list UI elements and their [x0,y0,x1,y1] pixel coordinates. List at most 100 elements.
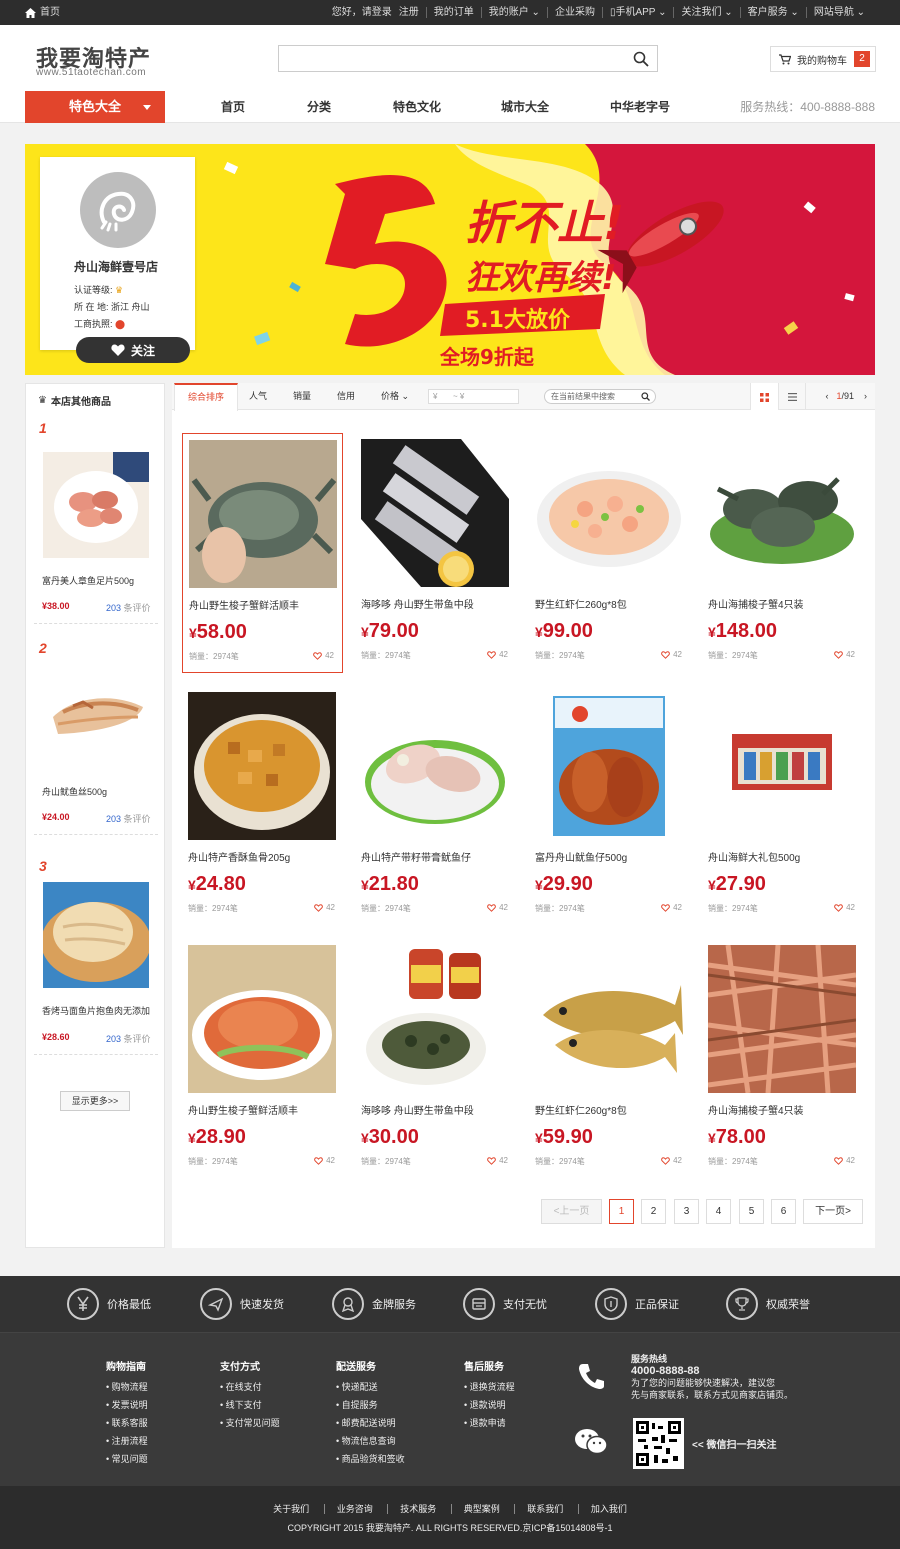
product-card[interactable]: 海哆哆 舟山野生带鱼中段 ¥30.00 销量：2974笔 42 [355,939,516,1179]
footer-link[interactable]: • 邮费配送说明 [336,1414,405,1432]
footer-link[interactable]: • 发票说明 [106,1396,148,1414]
prev-page-arrow[interactable]: ‹ [825,391,828,401]
footer-link[interactable]: • 退款申请 [464,1414,515,1432]
bottom-link-cases[interactable]: 典型案例 [450,1504,512,1514]
footer-link[interactable]: • 商品验货和签收 [336,1450,405,1468]
mobile-app-link[interactable]: ▯手机APP ⌄ [601,7,674,18]
tab-popularity[interactable]: 人气 [249,383,267,410]
product-like[interactable]: 42 [314,903,335,912]
search-icon[interactable] [641,392,650,401]
product-card[interactable]: 舟山海捕梭子蟹4只装 ¥148.00 销量：2974笔 42 [702,433,863,673]
product-like[interactable]: 42 [834,1156,855,1165]
footer-link[interactable]: • 线下支付 [220,1396,280,1414]
login-link[interactable]: 您好，请登录 [325,7,399,18]
footer-link[interactable]: • 支付常见问题 [220,1414,280,1432]
list-view-button[interactable] [778,383,806,410]
product-like[interactable]: 42 [834,903,855,912]
nav-item-home[interactable]: 首页 [221,91,245,123]
prev-page-button[interactable]: <上一页 [541,1199,602,1224]
footer-link[interactable]: • 联系客服 [106,1414,148,1432]
next-page-arrow[interactable]: › [864,391,867,401]
bottom-link-consult[interactable]: 业务咨询 [323,1504,385,1514]
sidebar-product-image[interactable] [43,882,149,988]
shop-name[interactable]: 舟山海鲜壹号店 [74,258,158,275]
page-button-6[interactable]: 6 [771,1199,796,1224]
tab-price[interactable]: 价格 ⌄ [381,383,409,410]
page-button-4[interactable]: 4 [706,1199,731,1224]
product-image[interactable] [188,945,336,1093]
product-name[interactable]: 舟山海鲜大礼包500g [708,849,800,864]
product-image[interactable] [188,692,336,840]
product-card[interactable]: 海哆哆 舟山野生带鱼中段 ¥79.00 销量：2974笔 42 [355,433,516,673]
product-like[interactable]: 42 [661,1156,682,1165]
product-name[interactable]: 野生红虾仁260g*8包 [535,596,627,611]
search-input[interactable] [278,45,658,72]
product-name[interactable]: 舟山海捕梭子蟹4只装 [708,1102,804,1117]
product-image[interactable] [361,439,509,587]
follow-us-link[interactable]: 关注我们 ⌄ [673,7,739,18]
result-search-input[interactable]: 在当前结果中搜索 [544,389,656,404]
product-name[interactable]: 富丹舟山鱿鱼仔500g [535,849,627,864]
product-name[interactable]: 舟山特产香酥鱼骨205g [188,849,290,864]
page-button-5[interactable]: 5 [739,1199,764,1224]
shop-avatar[interactable] [80,172,156,248]
my-account-link[interactable]: 我的账户 ⌄ [480,7,547,18]
cart-button[interactable]: 我的购物车 2 [770,46,876,72]
product-image[interactable] [535,945,683,1093]
product-like[interactable]: 42 [661,650,682,659]
page-button-2[interactable]: 2 [641,1199,666,1224]
product-image[interactable] [361,945,509,1093]
footer-link[interactable]: • 自提服务 [336,1396,405,1414]
product-name[interactable]: 海哆哆 舟山野生带鱼中段 [361,1102,474,1117]
price-range-input[interactable]: ¥ ~ ¥ [428,389,519,404]
product-image[interactable] [708,439,856,587]
bottom-link-contact[interactable]: 联系我们 [514,1504,576,1514]
grid-view-button[interactable] [750,383,778,410]
product-name[interactable]: 舟山野生梭子蟹鲜活顺丰 [189,597,299,612]
product-card[interactable]: 舟山特产带籽带膏鱿鱼仔 ¥21.80 销量：2974笔 42 [355,686,516,926]
product-like[interactable]: 42 [487,650,508,659]
product-name[interactable]: 舟山海捕梭子蟹4只装 [708,596,804,611]
bottom-link-about[interactable]: 关于我们 [261,1504,321,1514]
sidebar-product-name[interactable]: 舟山鱿鱼丝500g [42,785,157,798]
my-orders-link[interactable]: 我的订单 [425,7,481,18]
bottom-link-join[interactable]: 加入我们 [577,1504,639,1514]
enterprise-link[interactable]: 企业采购 [546,7,602,18]
footer-link[interactable]: • 快递配送 [336,1378,405,1396]
footer-link[interactable]: • 退换货流程 [464,1378,515,1396]
footer-link[interactable]: • 在线支付 [220,1378,280,1396]
product-name[interactable]: 舟山特产带籽带膏鱿鱼仔 [361,849,471,864]
product-name[interactable]: 海哆哆 舟山野生带鱼中段 [361,596,474,611]
nav-item-culture[interactable]: 特色文化 [393,91,441,123]
product-like[interactable]: 42 [313,651,334,660]
search-icon[interactable] [633,51,649,67]
product-card[interactable]: 舟山野生梭子蟹鲜活顺丰 ¥58.00 销量：2974笔 42 [182,433,343,673]
site-nav-link[interactable]: 网站导航 ⌄ [805,7,872,18]
sidebar-product-reviews[interactable]: 203 条评价 [106,601,151,614]
product-image[interactable] [708,692,856,840]
tab-default-sort[interactable]: 综合排序 [174,383,239,411]
tab-sales[interactable]: 销量 [293,383,311,410]
product-image[interactable] [189,440,337,588]
bottom-link-tech[interactable]: 技术服务 [387,1504,449,1514]
nav-item-brands[interactable]: 中华老字号 [610,91,670,123]
product-like[interactable]: 42 [834,650,855,659]
sidebar-product-image[interactable] [43,452,149,558]
product-card[interactable]: 富丹舟山鱿鱼仔500g ¥29.90 销量：2974笔 42 [529,686,690,926]
product-image[interactable] [361,692,509,840]
footer-link[interactable]: • 购物流程 [106,1378,148,1396]
product-name[interactable]: 舟山野生梭子蟹鲜活顺丰 [188,1102,298,1117]
footer-link[interactable]: • 物流信息查询 [336,1432,405,1450]
customer-service-link[interactable]: 客户服务 ⌄ [739,7,806,18]
product-card[interactable]: 舟山特产香酥鱼骨205g ¥24.80 销量：2974笔 42 [182,686,343,926]
product-card[interactable]: 野生红虾仁260g*8包 ¥99.00 销量：2974笔 42 [529,433,690,673]
product-card[interactable]: 舟山野生梭子蟹鲜活顺丰 ¥28.90 销量：2974笔 42 [182,939,343,1179]
nav-item-category[interactable]: 分类 [307,91,331,123]
register-link[interactable]: 注册 [399,7,426,18]
sidebar-product-image[interactable] [43,662,149,768]
product-image[interactable] [535,692,683,840]
product-like[interactable]: 42 [661,903,682,912]
footer-link[interactable]: • 注册流程 [106,1432,148,1450]
product-name[interactable]: 野生红虾仁260g*8包 [535,1102,627,1117]
home-link[interactable]: 首页 [25,0,60,25]
